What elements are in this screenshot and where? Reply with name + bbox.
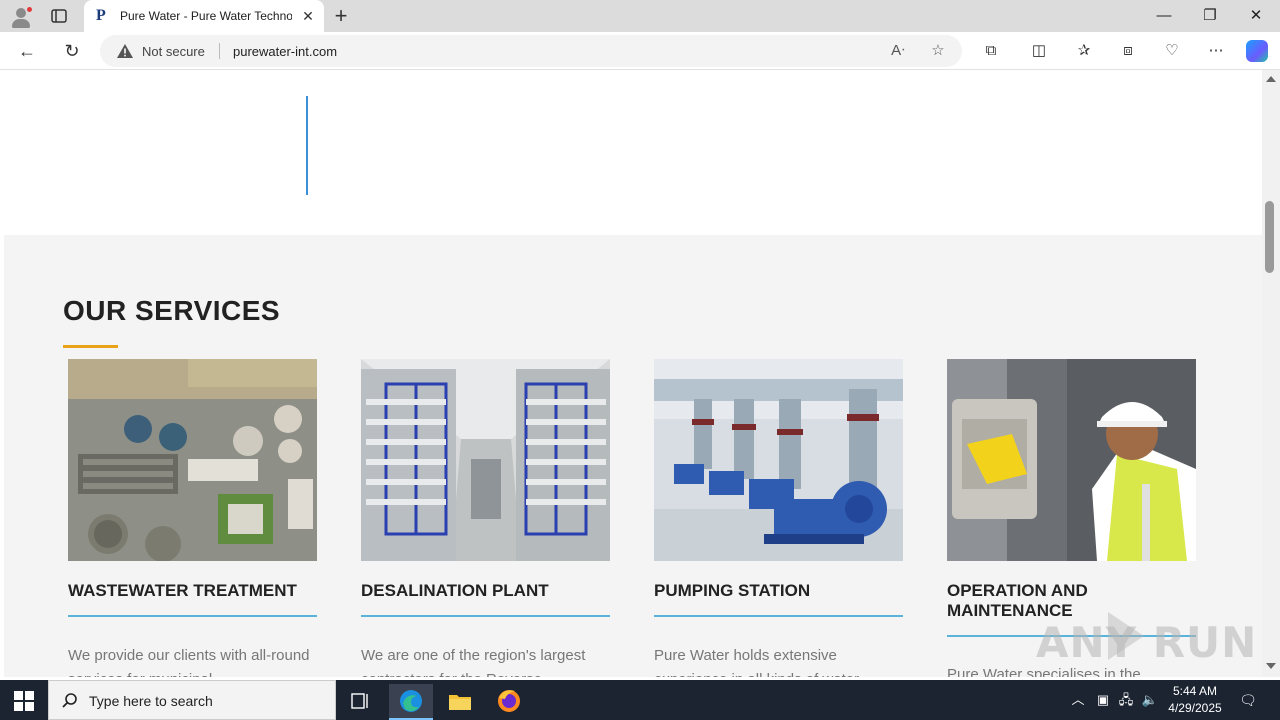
- title-rule: [654, 615, 903, 617]
- close-tab-icon[interactable]: ✕: [300, 8, 316, 24]
- back-icon[interactable]: ←: [16, 40, 38, 62]
- service-title[interactable]: PUMPING STATION: [654, 581, 903, 601]
- title-rule: [361, 615, 610, 617]
- page-viewport: OUR SERVICES WASTEWATER TREATMENT We pro…: [4, 70, 1262, 677]
- heading-underline: [63, 345, 118, 348]
- task-view-icon[interactable]: [338, 684, 382, 720]
- file-explorer-icon[interactable]: [438, 684, 482, 720]
- profile-avatar-icon[interactable]: [10, 6, 33, 28]
- meet-now-icon[interactable]: ▣: [1094, 691, 1112, 709]
- windows-taskbar: Type here to search ︿ ▣ 🖧 🔈 5:44 AM 4/29…: [0, 680, 1280, 720]
- warning-icon[interactable]: [117, 44, 133, 58]
- firefox-icon[interactable]: [487, 684, 531, 720]
- scroll-down-arrow-icon[interactable]: [1266, 663, 1276, 669]
- favorite-star-icon[interactable]: ☆: [929, 42, 947, 60]
- service-title[interactable]: OPERATION AND MAINTENANCE: [947, 581, 1196, 621]
- url-text[interactable]: purewater-int.com: [233, 44, 337, 59]
- network-icon[interactable]: 🖧: [1117, 691, 1135, 709]
- clock-date: 4/29/2025: [1168, 701, 1222, 715]
- favorites-icon[interactable]: ✰: [1074, 41, 1094, 61]
- restore-icon[interactable]: ❐: [1200, 6, 1220, 26]
- page-scrollbar[interactable]: [1262, 70, 1280, 677]
- edge-taskbar-icon[interactable]: [389, 684, 433, 720]
- top-section: [4, 70, 1262, 235]
- service-title[interactable]: DESALINATION PLANT: [361, 581, 610, 601]
- scroll-up-arrow-icon[interactable]: [1266, 76, 1276, 82]
- maintenance-worker-image[interactable]: [947, 359, 1196, 561]
- read-aloud-icon[interactable]: Aᐧ: [889, 42, 907, 60]
- copilot-icon[interactable]: [1246, 40, 1268, 62]
- service-description: Pure Water holds extensive experience in…: [654, 647, 859, 677]
- volume-icon[interactable]: 🔈: [1141, 691, 1159, 709]
- vertical-divider-line: [306, 96, 308, 195]
- clock-time: 5:44 AM: [1172, 684, 1218, 698]
- split-screen-icon[interactable]: ◫: [1029, 41, 1049, 61]
- browser-essentials-icon[interactable]: ♡: [1162, 41, 1182, 61]
- minimize-icon[interactable]: —: [1154, 6, 1174, 26]
- windows-start-icon[interactable]: [14, 691, 34, 711]
- show-hidden-icons-icon[interactable]: ︿: [1069, 691, 1087, 709]
- tab-actions-icon[interactable]: [50, 7, 68, 25]
- search-placeholder: Type here to search: [89, 693, 213, 709]
- service-description: We are one of the region's largest contr…: [361, 647, 586, 677]
- desalination-plant-image[interactable]: [361, 359, 610, 561]
- collections-icon[interactable]: ⧈: [1118, 41, 1138, 61]
- taskbar-search-box[interactable]: Type here to search: [48, 680, 336, 720]
- security-status-label[interactable]: Not secure: [142, 44, 205, 59]
- search-icon: [61, 692, 79, 710]
- active-tab[interactable]: P Pure Water - Pure Water Technologies ✕: [84, 0, 324, 32]
- notifications-icon[interactable]: 🗨: [1238, 690, 1258, 710]
- close-window-icon[interactable]: ✕: [1246, 6, 1266, 26]
- site-favicon-icon: P: [96, 7, 106, 24]
- services-section: OUR SERVICES WASTEWATER TREATMENT We pro…: [4, 235, 1262, 677]
- tab-bar: P Pure Water - Pure Water Technologies ✕…: [0, 0, 1280, 32]
- services-heading: OUR SERVICES: [63, 295, 281, 326]
- address-bar: ← ↻ Not secure purewater-int.com Aᐧ ☆ ⧉ …: [0, 32, 1280, 70]
- title-rule: [68, 615, 317, 617]
- extensions-icon[interactable]: ⧉: [981, 41, 1001, 61]
- service-title[interactable]: WASTEWATER TREATMENT: [68, 581, 317, 601]
- omnibox[interactable]: Not secure purewater-int.com Aᐧ ☆: [100, 35, 962, 67]
- watermark-text: ANY RUN: [1036, 618, 1258, 667]
- wastewater-plant-image[interactable]: [68, 359, 317, 561]
- omnibox-divider: [219, 43, 220, 59]
- system-clock[interactable]: 5:44 AM 4/29/2025: [1160, 683, 1230, 717]
- scroll-thumb[interactable]: [1265, 201, 1274, 273]
- notification-dot: [26, 6, 33, 13]
- refresh-icon[interactable]: ↻: [61, 40, 83, 62]
- pumping-station-image[interactable]: [654, 359, 903, 561]
- tab-title: Pure Water - Pure Water Technologies: [120, 9, 292, 23]
- service-description: We provide our clients with all-round se…: [68, 647, 310, 677]
- more-menu-icon[interactable]: ⋯: [1206, 41, 1226, 61]
- new-tab-icon[interactable]: +: [330, 5, 352, 27]
